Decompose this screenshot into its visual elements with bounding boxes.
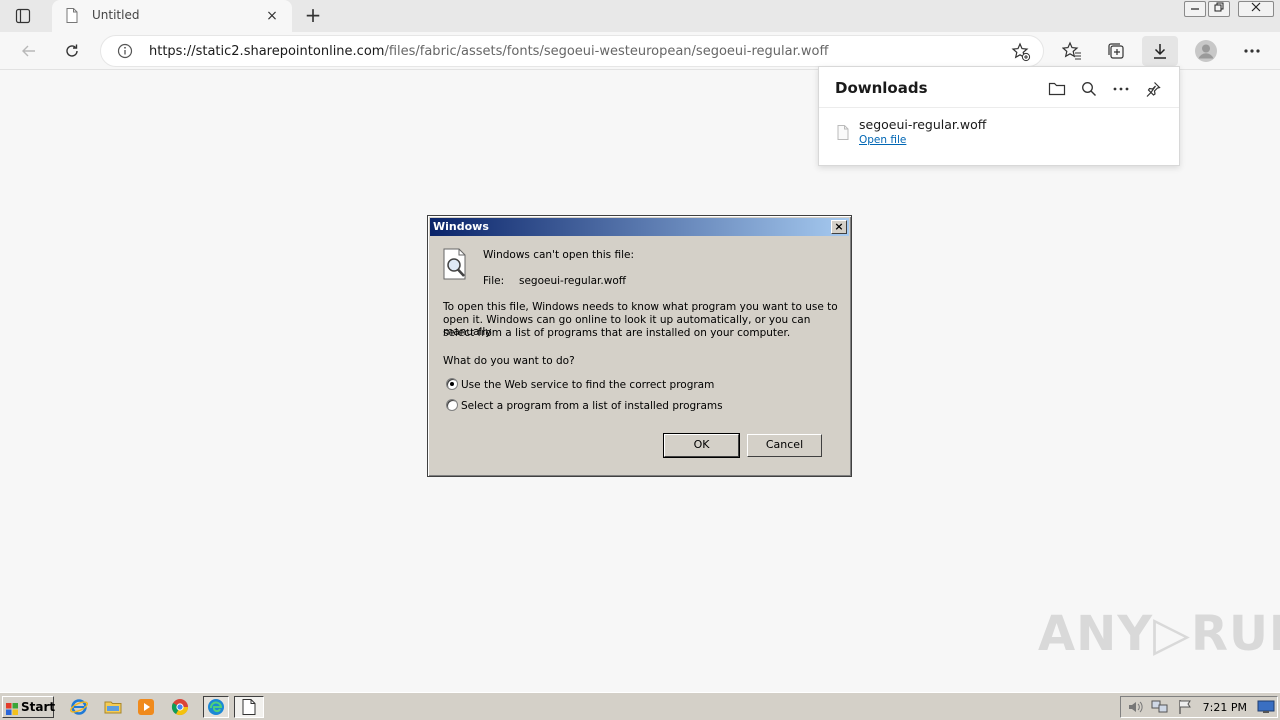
option-web-label[interactable]: Use the Web service to find the correct …: [461, 379, 714, 391]
page-icon: [66, 8, 78, 26]
cant-open-text: Windows can't open this file:: [483, 249, 634, 261]
start-button[interactable]: Start: [2, 696, 56, 718]
url-path: /files/fabric/assets/fonts/segoeui-weste…: [384, 44, 829, 59]
radio-web-service[interactable]: [446, 378, 458, 390]
explain-line-1: To open this file, Windows needs to know…: [443, 301, 838, 313]
browser-toolbar: https://static2.sharepointonline.com/fil…: [0, 32, 1280, 70]
downloads-panel: Downloads segoeui-regular.woff Open file: [818, 66, 1180, 166]
close-tab-button[interactable]: ×: [264, 8, 280, 24]
ie-icon[interactable]: [70, 698, 90, 718]
open-file-link[interactable]: Open file: [859, 134, 906, 146]
volume-icon[interactable]: [1127, 699, 1147, 719]
tab-title: Untitled: [92, 8, 140, 22]
folder-icon[interactable]: [1046, 78, 1068, 100]
media-player-icon[interactable]: [137, 698, 157, 718]
taskbar: Start 7:21 PM: [0, 692, 1280, 720]
radio-program-list[interactable]: [446, 399, 458, 411]
profile-icon[interactable]: [1191, 36, 1221, 66]
edge-icon[interactable]: [203, 696, 229, 718]
search-icon[interactable]: [1078, 78, 1100, 100]
downloads-separator: [819, 107, 1179, 108]
cancel-button[interactable]: Cancel: [747, 434, 822, 457]
file-label: File:: [483, 275, 505, 287]
explain-line-3: select from a list of programs that are …: [443, 327, 791, 339]
more-options-icon[interactable]: [1110, 78, 1132, 100]
refresh-icon[interactable]: [57, 36, 87, 66]
info-icon[interactable]: [117, 43, 133, 62]
anyrun-watermark: ANY▷RUN: [1038, 606, 1280, 662]
clock-time[interactable]: 7:21 PM: [1203, 701, 1247, 714]
open-with-dialog: Windows × Windows can't open this file: …: [427, 215, 852, 477]
tab-actions-icon[interactable]: [8, 5, 38, 27]
restore-button[interactable]: [1208, 1, 1230, 17]
system-tray: 7:21 PM: [1120, 696, 1278, 718]
tab-strip: Untitled × +: [0, 0, 1280, 32]
new-tab-button[interactable]: +: [302, 5, 324, 27]
dialog-close-button[interactable]: ×: [831, 220, 847, 234]
question-text: What do you want to do?: [443, 355, 575, 367]
close-window-button[interactable]: [1238, 1, 1274, 17]
explorer-icon[interactable]: [104, 698, 124, 718]
dialog-titlebar[interactable]: Windows ×: [430, 218, 849, 236]
chrome-icon[interactable]: [171, 698, 191, 718]
tab-untitled[interactable]: Untitled ×: [52, 0, 292, 32]
network-icon[interactable]: [1151, 699, 1171, 719]
start-label: Start: [21, 700, 56, 714]
more-icon[interactable]: [1237, 36, 1267, 66]
url-host: https://static2.sharepointonline.com: [149, 44, 385, 59]
file-window-icon[interactable]: [234, 696, 264, 718]
document-search-icon: [442, 248, 470, 283]
action-center-flag-icon[interactable]: [1177, 699, 1197, 719]
monitor-icon[interactable]: [1257, 699, 1277, 719]
favorites-icon[interactable]: [1057, 36, 1087, 66]
address-bar[interactable]: https://static2.sharepointonline.com/fil…: [100, 35, 1044, 67]
back-icon[interactable]: [14, 36, 44, 66]
dialog-title: Windows: [433, 220, 489, 233]
option-list-label[interactable]: Select a program from a list of installe…: [461, 400, 723, 412]
file-name: segoeui-regular.woff: [519, 275, 626, 287]
minimize-button[interactable]: [1184, 1, 1206, 17]
windows-flag-icon: [6, 701, 18, 715]
ok-button[interactable]: OK: [663, 433, 740, 458]
pin-icon[interactable]: [1142, 78, 1164, 100]
add-favorite-icon[interactable]: [1011, 42, 1031, 65]
downloads-header: Downloads: [835, 79, 928, 97]
url-text: https://static2.sharepointonline.com/fil…: [149, 44, 828, 59]
collections-icon[interactable]: [1101, 36, 1131, 66]
download-icon[interactable]: [1142, 36, 1178, 66]
download-file-name[interactable]: segoeui-regular.woff: [859, 117, 986, 132]
file-icon: [837, 125, 849, 143]
